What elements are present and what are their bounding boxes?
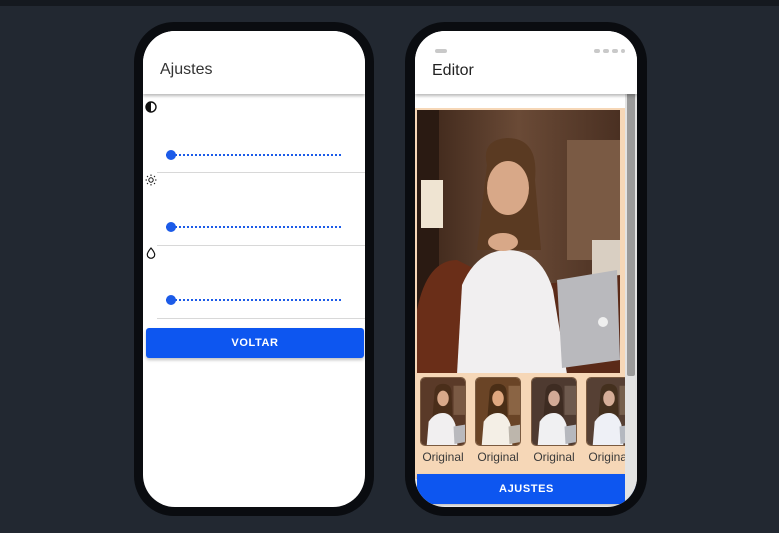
filter-item[interactable]: Original (420, 377, 468, 464)
contrast-icon (145, 101, 157, 113)
filter-label: Original (533, 450, 575, 464)
filter-thumbnail[interactable] (420, 377, 466, 446)
filter-item[interactable]: Original (531, 377, 579, 464)
slider-track (166, 299, 341, 301)
slider-track (166, 226, 341, 228)
scrollbar-thumb[interactable] (627, 46, 635, 376)
voltar-button[interactable]: VOLTAR (146, 328, 364, 358)
adjust-row-contrast (143, 100, 365, 173)
page-title: Ajustes (160, 61, 213, 78)
saturation-slider[interactable] (166, 294, 341, 306)
slider-track (166, 154, 341, 156)
brightness-icon (145, 174, 157, 186)
slider-thumb[interactable] (166, 295, 176, 305)
filter-label: Original (477, 450, 519, 464)
filter-item[interactable]: Original (475, 377, 523, 464)
top-strip (0, 0, 779, 6)
status-bar-right (591, 40, 625, 53)
slider-thumb[interactable] (166, 150, 176, 160)
ajustes-screen: Ajustes VOLTAR (143, 31, 365, 507)
image-area (415, 108, 625, 408)
slider-thumb[interactable] (166, 222, 176, 232)
phone-frame-ajustes: Ajustes VOLTAR (134, 22, 374, 516)
filters-bar: Original Original Original Original AJUS… (415, 373, 637, 504)
ajustes-button[interactable]: AJUSTES (417, 474, 636, 504)
row-divider (157, 318, 365, 319)
app-bar: Ajustes (143, 31, 365, 94)
brightness-slider[interactable] (166, 221, 341, 233)
adjust-row-saturation (143, 246, 365, 319)
saturation-drop-icon (146, 247, 156, 259)
filter-thumbnail[interactable] (531, 377, 577, 446)
contrast-slider[interactable] (166, 149, 341, 161)
filter-thumbnail[interactable] (475, 377, 521, 446)
status-bar-left (435, 40, 447, 53)
adjust-row-brightness (143, 173, 365, 246)
page-title: Editor (432, 62, 474, 79)
editor-screen: Editor Original Original Original Origin… (415, 31, 637, 507)
filter-label: Original (422, 450, 464, 464)
edited-photo (417, 110, 620, 374)
phone-frame-editor: Editor Original Original Original Origin… (405, 22, 647, 516)
